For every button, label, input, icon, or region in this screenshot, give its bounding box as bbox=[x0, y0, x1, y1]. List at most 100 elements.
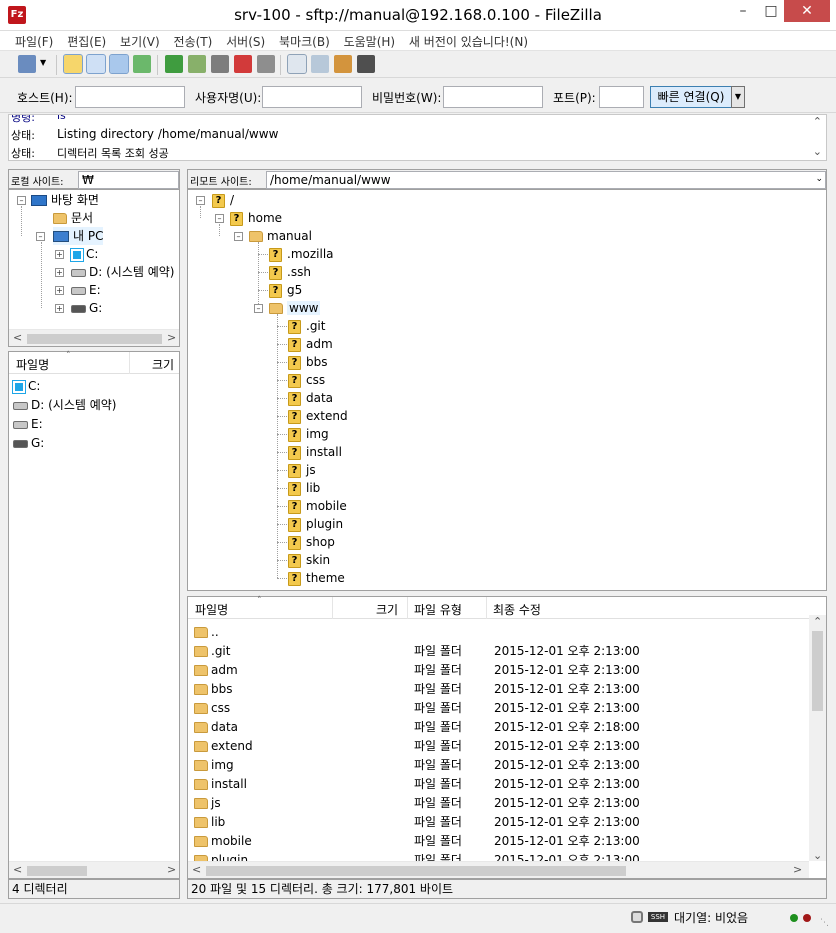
port-input[interactable] bbox=[599, 86, 644, 108]
tree-item-www-child[interactable]: ? mobile bbox=[288, 497, 347, 515]
tree-item-documents[interactable]: 문서 bbox=[53, 209, 93, 227]
tree-item-drive-e[interactable]: E: bbox=[71, 281, 101, 299]
table-row[interactable]: css 파일 폴더 2015-12-01 오후 2:13:00 bbox=[193, 699, 803, 718]
table-row[interactable]: .git 파일 폴더 2015-12-01 오후 2:13:00 bbox=[193, 642, 803, 661]
toggle-log-icon[interactable] bbox=[63, 54, 83, 74]
directory-listing-filters-icon[interactable] bbox=[287, 54, 307, 74]
collapse-icon[interactable]: – bbox=[36, 232, 45, 241]
tree-item-www-child[interactable]: ? theme bbox=[288, 569, 345, 587]
column-name-header[interactable]: 파일명 bbox=[16, 356, 49, 373]
tree-item-www-child[interactable]: ? js bbox=[288, 461, 316, 479]
expand-icon[interactable]: + bbox=[55, 304, 64, 313]
tree-item-www-child[interactable]: ? adm bbox=[288, 335, 333, 353]
list-item[interactable]: C: bbox=[12, 377, 40, 396]
table-row[interactable]: extend 파일 폴더 2015-12-01 오후 2:13:00 bbox=[193, 737, 803, 756]
scroll-right-icon[interactable]: > bbox=[793, 863, 802, 876]
toggle-queue-icon[interactable] bbox=[133, 55, 151, 73]
expand-icon[interactable]: + bbox=[55, 250, 64, 259]
tree-item-www-child[interactable]: ? data bbox=[288, 389, 333, 407]
tree-item-drive-g[interactable]: G: bbox=[71, 299, 102, 317]
tree-item-ssh[interactable]: ? .ssh bbox=[269, 263, 311, 281]
expand-icon[interactable]: + bbox=[55, 286, 64, 295]
scroll-left-icon[interactable]: < bbox=[192, 863, 201, 876]
quickconnect-button[interactable]: 빠른 연결(Q) bbox=[650, 86, 732, 108]
tree-item-www-child[interactable]: ? extend bbox=[288, 407, 348, 425]
table-row[interactable]: mobile 파일 폴더 2015-12-01 오후 2:13:00 bbox=[193, 832, 803, 851]
cancel-operation-icon[interactable] bbox=[211, 55, 229, 73]
table-row[interactable]: bbs 파일 폴더 2015-12-01 오후 2:13:00 bbox=[193, 680, 803, 699]
tree-item-g5[interactable]: ? g5 bbox=[269, 281, 302, 299]
collapse-icon[interactable]: – bbox=[17, 196, 26, 205]
column-modified-header[interactable]: 최종 수정 bbox=[493, 601, 541, 618]
host-input[interactable] bbox=[75, 86, 185, 108]
tree-item-drive-c[interactable]: C: bbox=[70, 245, 98, 263]
path-dropdown-icon[interactable]: ⌄ bbox=[815, 174, 823, 184]
expand-icon[interactable]: + bbox=[55, 268, 64, 277]
sync-browsing-icon[interactable] bbox=[334, 55, 352, 73]
tree-item-root[interactable]: ? / bbox=[212, 191, 234, 209]
menu-transfer[interactable]: 전송(T) bbox=[169, 31, 218, 50]
tree-item-www-child[interactable]: ? install bbox=[288, 443, 342, 461]
site-manager-dropdown-icon[interactable]: ▼ bbox=[40, 58, 46, 67]
column-size-header[interactable]: 크기 bbox=[376, 601, 398, 618]
site-manager-icon[interactable] bbox=[18, 55, 36, 73]
compare-directories-icon[interactable] bbox=[311, 55, 329, 73]
scroll-thumb[interactable] bbox=[27, 334, 162, 344]
table-row[interactable]: lib 파일 폴더 2015-12-01 오후 2:13:00 bbox=[193, 813, 803, 832]
table-row[interactable]: js 파일 폴더 2015-12-01 오후 2:13:00 bbox=[193, 794, 803, 813]
menu-edit[interactable]: 편집(E) bbox=[62, 31, 111, 50]
table-row[interactable]: install 파일 폴더 2015-12-01 오후 2:13:00 bbox=[193, 775, 803, 794]
tree-item-www-child[interactable]: ? skin bbox=[288, 551, 330, 569]
quickconnect-dropdown-icon[interactable]: ▼ bbox=[731, 86, 745, 108]
scroll-thumb[interactable] bbox=[206, 866, 626, 876]
local-list-hscrollbar[interactable]: < > bbox=[9, 861, 179, 878]
list-item[interactable]: G: bbox=[13, 434, 44, 453]
table-row[interactable]: data 파일 폴더 2015-12-01 오후 2:18:00 bbox=[193, 718, 803, 737]
table-row[interactable]: img 파일 폴더 2015-12-01 오후 2:13:00 bbox=[193, 756, 803, 775]
scroll-thumb[interactable] bbox=[27, 866, 87, 876]
remote-list-vscrollbar[interactable]: ⌃ ⌄ bbox=[809, 615, 826, 862]
process-queue-icon[interactable] bbox=[188, 55, 206, 73]
tree-item-home[interactable]: ? home bbox=[230, 209, 282, 227]
password-input[interactable] bbox=[443, 86, 543, 108]
collapse-icon[interactable]: – bbox=[215, 214, 224, 223]
disconnect-icon[interactable] bbox=[234, 55, 252, 73]
tree-item-www-child[interactable]: ? bbs bbox=[288, 353, 328, 371]
list-item[interactable]: D: (시스템 예약) bbox=[13, 396, 116, 415]
tree-item-desktop[interactable]: 바탕 화면 bbox=[31, 191, 99, 209]
close-icon[interactable]: ✕ bbox=[784, 0, 830, 22]
table-row-parent[interactable]: .. bbox=[193, 623, 803, 642]
menu-server[interactable]: 서버(S) bbox=[221, 31, 270, 50]
table-row[interactable]: adm 파일 폴더 2015-12-01 오후 2:13:00 bbox=[193, 661, 803, 680]
menu-help[interactable]: 도움말(H) bbox=[339, 31, 401, 50]
list-item[interactable]: E: bbox=[13, 415, 43, 434]
scroll-left-icon[interactable]: < bbox=[13, 863, 22, 876]
scroll-right-icon[interactable]: > bbox=[167, 331, 176, 344]
tree-item-www-child[interactable]: ? shop bbox=[288, 533, 335, 551]
toggle-remote-tree-icon[interactable] bbox=[109, 54, 129, 74]
reconnect-icon[interactable] bbox=[257, 55, 275, 73]
scroll-up-icon[interactable]: ⌃ bbox=[813, 615, 822, 628]
scroll-down-icon[interactable]: ⌄ bbox=[813, 849, 822, 862]
scroll-right-icon[interactable]: > bbox=[167, 863, 176, 876]
tree-item-www-child[interactable]: ? plugin bbox=[288, 515, 343, 533]
collapse-icon[interactable]: – bbox=[254, 304, 263, 313]
tree-item-www-child[interactable]: ? .git bbox=[288, 317, 325, 335]
resize-grip-icon[interactable]: ⋱ bbox=[820, 918, 829, 928]
maximize-icon[interactable]: □ bbox=[757, 0, 785, 22]
remote-path-input[interactable]: /home/manual/www bbox=[266, 171, 826, 189]
tree-item-this-pc[interactable]: 내 PC bbox=[53, 227, 104, 245]
refresh-icon[interactable] bbox=[165, 55, 183, 73]
toggle-local-tree-icon[interactable] bbox=[86, 54, 106, 74]
menu-new-version[interactable]: 새 버전이 있습니다!(N) bbox=[404, 31, 533, 50]
tree-item-www-child[interactable]: ? lib bbox=[288, 479, 320, 497]
tree-item-drive-d[interactable]: D: (시스템 예약) bbox=[71, 263, 174, 281]
column-size-header[interactable]: 크기 bbox=[152, 356, 174, 373]
tree-item-www-child[interactable]: ? css bbox=[288, 371, 325, 389]
remote-list-hscrollbar[interactable]: < > bbox=[188, 861, 809, 878]
tree-item-mozilla[interactable]: ? .mozilla bbox=[269, 245, 334, 263]
menu-bookmarks[interactable]: 북마크(B) bbox=[274, 31, 335, 50]
menu-file[interactable]: 파일(F) bbox=[10, 31, 58, 50]
local-path-input[interactable]: ₩ bbox=[78, 171, 179, 189]
search-files-icon[interactable] bbox=[357, 55, 375, 73]
